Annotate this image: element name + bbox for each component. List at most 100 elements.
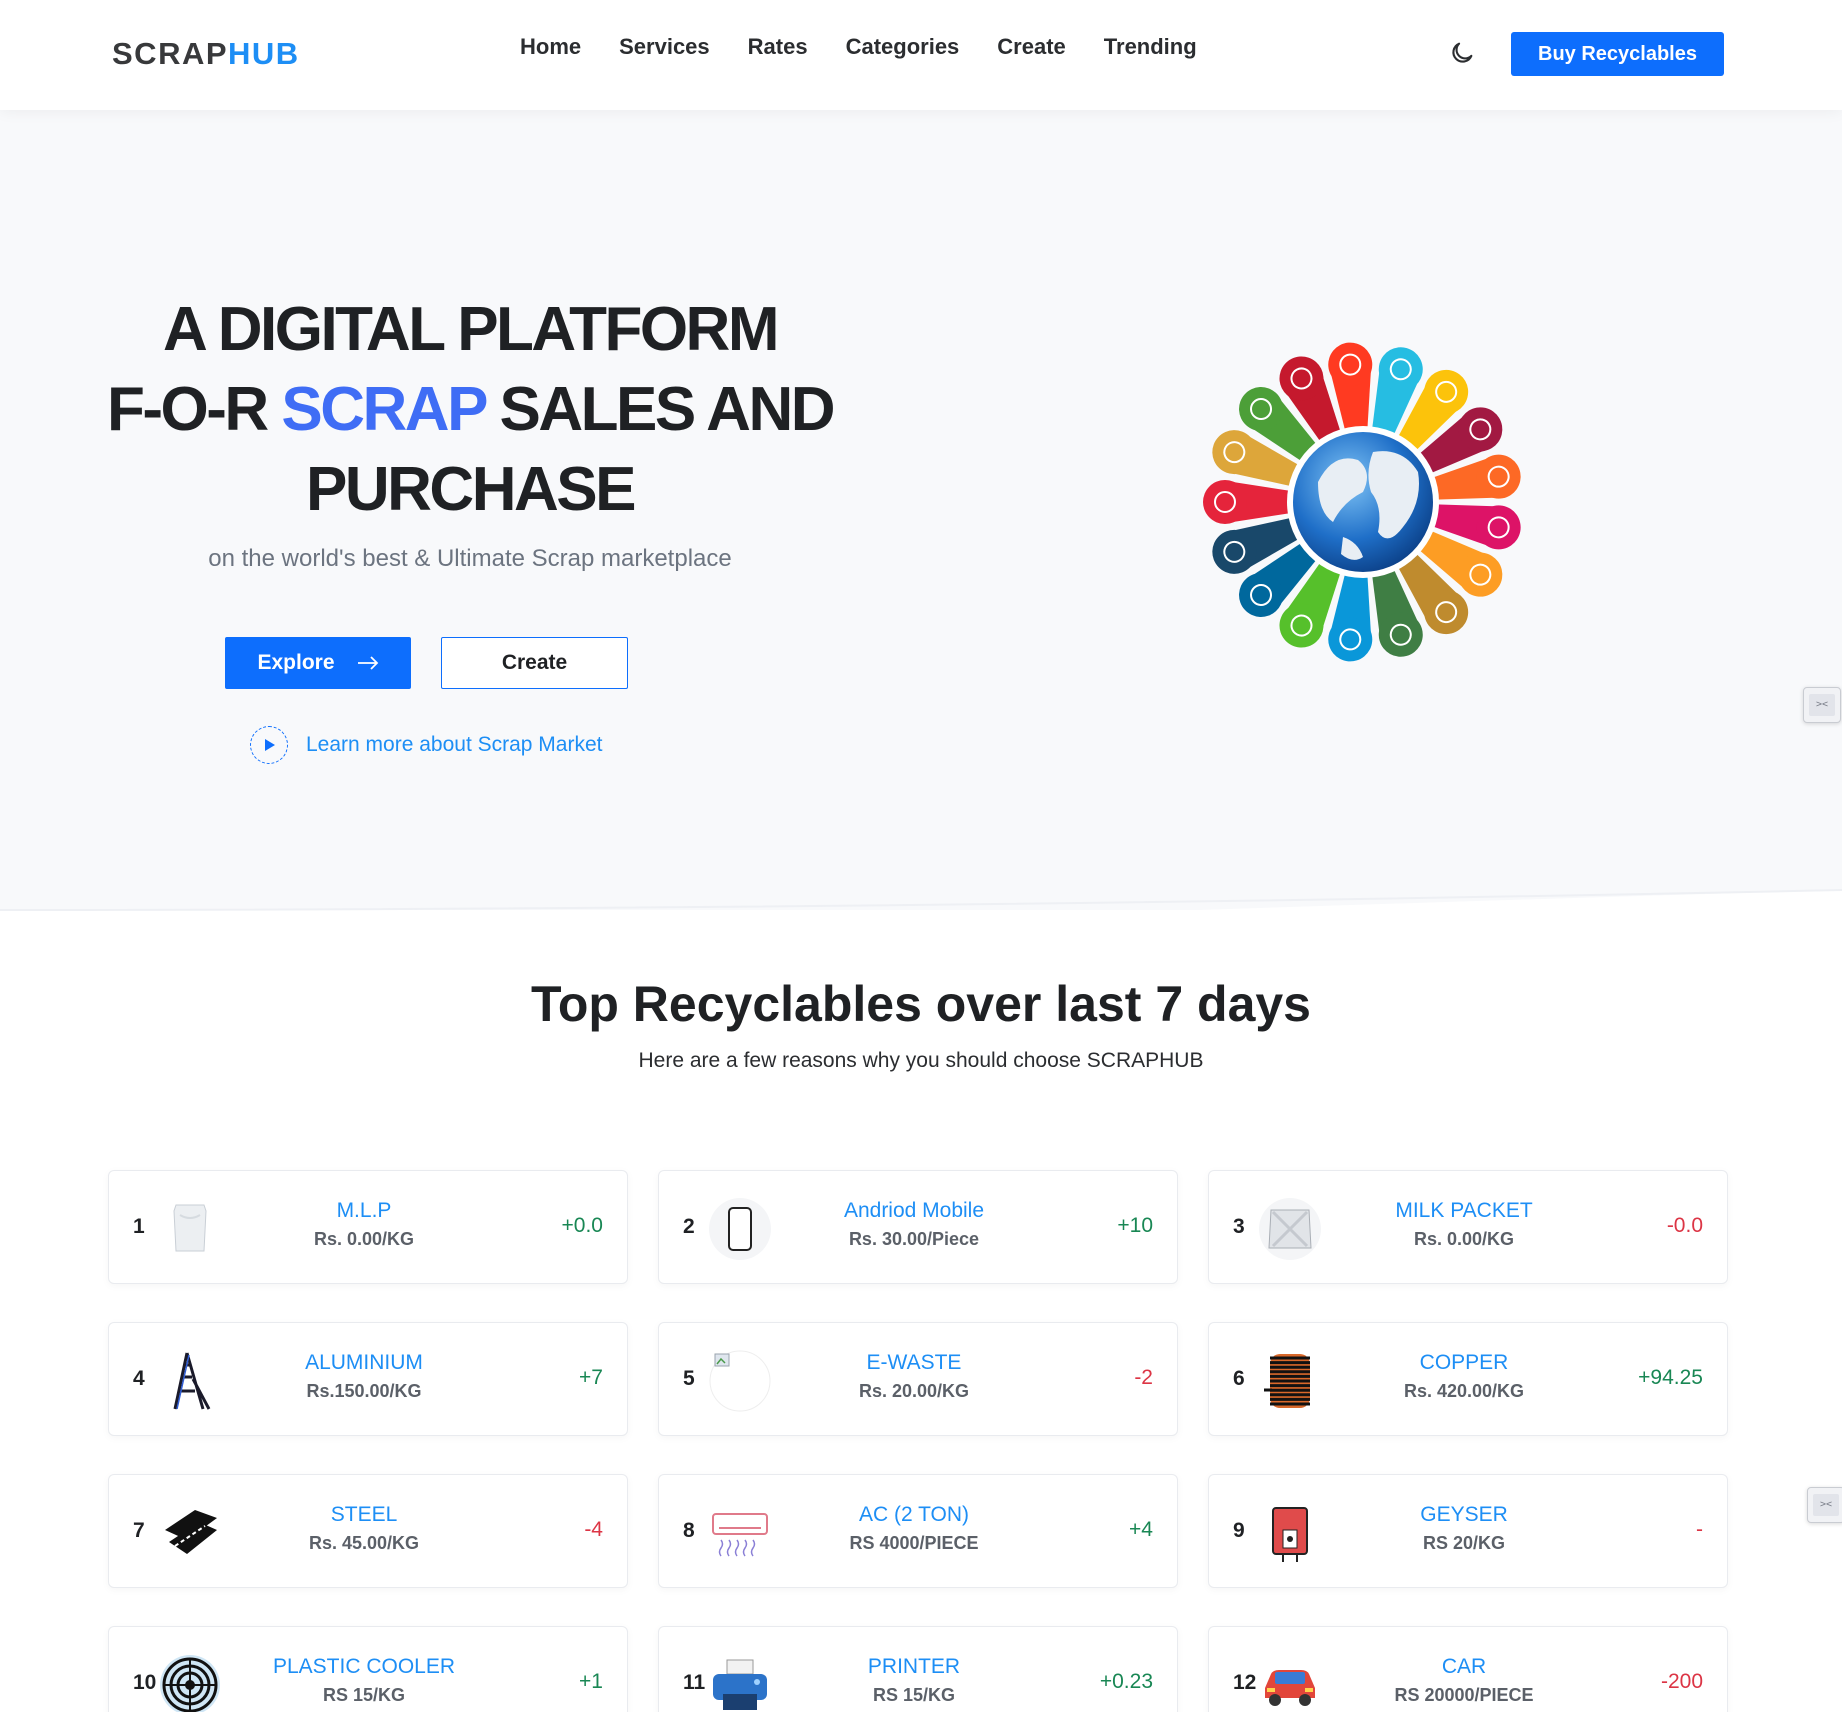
recyclable-name[interactable]: E-WASTE bbox=[789, 1351, 1039, 1375]
recyclable-name[interactable]: GEYSER bbox=[1339, 1503, 1589, 1527]
milk-packet-icon bbox=[1259, 1198, 1321, 1260]
hero-subtitle: on the world's best & Ultimate Scrap mar… bbox=[208, 545, 732, 572]
section-title: Top Recyclables over last 7 days bbox=[530, 976, 1311, 1032]
plastic-bag-icon bbox=[159, 1198, 221, 1260]
explore-button[interactable]: Explore bbox=[225, 637, 411, 689]
brand-logo-part2: HUB bbox=[228, 36, 300, 71]
recyclable-change: +4 bbox=[1129, 1518, 1153, 1541]
recyclable-change: -4 bbox=[584, 1518, 603, 1541]
brand-logo[interactable]: SCRAPHUB bbox=[112, 36, 300, 72]
recyclable-info: Andriod Mobile Rs. 30.00/Piece bbox=[789, 1199, 1039, 1250]
hero-heading-accent: SCRAP bbox=[281, 375, 487, 444]
recyclable-rank: 8 bbox=[683, 1519, 695, 1542]
recyclable-change: -0.0 bbox=[1666, 1214, 1703, 1237]
learn-more-label: Learn more about Scrap Market bbox=[306, 733, 603, 756]
recyclable-card[interactable]: 4 ALUMINIUM Rs.150.00/KG +7 bbox=[108, 1322, 628, 1436]
recyclable-info: COPPER Rs. 420.00/KG bbox=[1339, 1351, 1589, 1402]
main-nav: Home Services Rates Categories Create Tr… bbox=[520, 34, 1235, 60]
copper-coil-icon bbox=[1259, 1350, 1321, 1412]
hero-heading: A DIGITAL PLATFORM F-O-R SCRAP SALES AND… bbox=[80, 290, 860, 530]
recyclable-card[interactable]: 5 E-WASTE Rs. 20.00/KG -2 bbox=[658, 1322, 1178, 1436]
nav-rates[interactable]: Rates bbox=[748, 34, 808, 60]
recyclable-rank: 6 bbox=[1233, 1367, 1245, 1390]
recyclable-price: RS 15/KG bbox=[872, 1685, 956, 1705]
recyclable-rank: 7 bbox=[133, 1519, 145, 1542]
recyclable-rank: 10 bbox=[133, 1671, 157, 1694]
recyclable-card[interactable]: 12 CAR RS 20000/PIECE -200 bbox=[1208, 1626, 1728, 1712]
recyclable-info: STEEL Rs. 45.00/KG bbox=[239, 1503, 489, 1554]
recyclable-info: E-WASTE Rs. 20.00/KG bbox=[789, 1351, 1039, 1402]
hero-bottom-curve bbox=[0, 889, 1842, 930]
recyclable-price: Rs. 45.00/KG bbox=[308, 1533, 420, 1553]
hero-heading-line2-post: SALES AND bbox=[484, 375, 836, 444]
printer-icon bbox=[709, 1654, 771, 1712]
moon-icon[interactable] bbox=[1448, 39, 1476, 67]
recyclable-name[interactable]: Andriod Mobile bbox=[789, 1199, 1039, 1223]
code-icon-2: >< bbox=[1813, 1494, 1839, 1516]
recyclable-rank: 3 bbox=[1233, 1215, 1245, 1238]
recyclable-price: RS 20000/PIECE bbox=[1394, 1685, 1534, 1705]
recyclable-name[interactable]: STEEL bbox=[239, 1503, 489, 1527]
recyclable-rank: 1 bbox=[133, 1215, 145, 1238]
brand-logo-part1: SCRAP bbox=[112, 36, 229, 71]
recyclable-card[interactable]: 1 M.L.P Rs. 0.00/KG +0.0 bbox=[108, 1170, 628, 1284]
recyclable-info: PLASTIC COOLER RS 15/KG bbox=[239, 1655, 489, 1706]
car-icon bbox=[1259, 1654, 1321, 1712]
recyclable-card[interactable]: 2 Andriod Mobile Rs. 30.00/Piece +10 bbox=[658, 1170, 1178, 1284]
recyclable-name[interactable]: ALUMINIUM bbox=[239, 1351, 489, 1375]
recyclable-name[interactable]: M.L.P bbox=[239, 1199, 489, 1223]
recyclable-card[interactable]: 11 PRINTER RS 15/KG +0.23 bbox=[658, 1626, 1178, 1712]
recyclable-price: RS 4000/PIECE bbox=[849, 1533, 979, 1553]
recyclable-change: +0.23 bbox=[1099, 1670, 1153, 1693]
explore-button-label: Explore bbox=[257, 651, 335, 674]
nav-home[interactable]: Home bbox=[520, 34, 581, 60]
recyclable-card[interactable]: 9 GEYSER RS 20/KG - bbox=[1208, 1474, 1728, 1588]
recyclables-grid: 1 M.L.P Rs. 0.00/KG +0.0 2 Andriod Mobile Rs. … bbox=[108, 1170, 1728, 1712]
recyclable-info: GEYSER RS 20/KG bbox=[1339, 1503, 1589, 1554]
create-button[interactable]: Create bbox=[441, 637, 628, 689]
recyclable-info: M.L.P Rs. 0.00/KG bbox=[239, 1199, 489, 1250]
steel-beam-icon bbox=[159, 1502, 221, 1564]
side-widget-toggle-2[interactable]: >< bbox=[1807, 1487, 1842, 1523]
air-conditioner-icon bbox=[709, 1502, 771, 1564]
recyclable-name[interactable]: COPPER bbox=[1339, 1351, 1589, 1375]
recyclable-name[interactable]: CAR bbox=[1339, 1655, 1589, 1679]
recyclable-info: AC (2 TON) RS 4000/PIECE bbox=[789, 1503, 1039, 1554]
code-icon: >< bbox=[1809, 694, 1835, 716]
broken-image-icon bbox=[709, 1350, 771, 1412]
nav-services[interactable]: Services bbox=[619, 34, 710, 60]
recyclable-name[interactable]: PRINTER bbox=[789, 1655, 1039, 1679]
recyclable-change: -2 bbox=[1134, 1366, 1153, 1389]
nav-categories[interactable]: Categories bbox=[846, 34, 960, 60]
nav-create[interactable]: Create bbox=[997, 34, 1065, 60]
recyclable-name[interactable]: PLASTIC COOLER bbox=[239, 1655, 489, 1679]
fan-grill-icon bbox=[159, 1654, 221, 1712]
hero-heading-line2: F-O-R SCRAP SALES AND bbox=[80, 370, 860, 450]
recyclable-card[interactable]: 7 STEEL Rs. 45.00/KG -4 bbox=[108, 1474, 628, 1588]
recyclable-card[interactable]: 3 MILK PACKET Rs. 0.00/KG -0.0 bbox=[1208, 1170, 1728, 1284]
recyclable-name[interactable]: MILK PACKET bbox=[1339, 1199, 1589, 1223]
recyclable-info: CAR RS 20000/PIECE bbox=[1339, 1655, 1589, 1706]
sdg-wheel-illustration bbox=[1203, 342, 1521, 662]
learn-more-link[interactable]: Learn more about Scrap Market bbox=[250, 726, 602, 764]
recyclable-change: -200 bbox=[1660, 1670, 1703, 1693]
recyclable-info: MILK PACKET Rs. 0.00/KG bbox=[1339, 1199, 1589, 1250]
recyclable-price: Rs. 0.00/KG bbox=[313, 1229, 415, 1249]
nav-trending[interactable]: Trending bbox=[1104, 34, 1197, 60]
recyclable-change: - bbox=[1696, 1518, 1703, 1541]
buy-recyclables-button[interactable]: Buy Recyclables bbox=[1511, 32, 1724, 76]
recyclable-rank: 12 bbox=[1233, 1671, 1257, 1694]
recyclable-card[interactable]: 10 PLASTIC COOLER RS 15/KG +1 bbox=[108, 1626, 628, 1712]
recyclable-card[interactable]: 8 AC (2 TON) RS 4000/PIECE +4 bbox=[658, 1474, 1178, 1588]
recyclable-price: Rs. 0.00/KG bbox=[1413, 1229, 1515, 1249]
hero-heading-line1: A DIGITAL PLATFORM bbox=[163, 295, 779, 364]
recyclable-rank: 2 bbox=[683, 1215, 695, 1238]
recyclable-name[interactable]: AC (2 TON) bbox=[789, 1503, 1039, 1527]
recyclable-change: +0.0 bbox=[561, 1214, 603, 1237]
recyclable-card[interactable]: 6 COPPER Rs. 420.00/KG +94.25 bbox=[1208, 1322, 1728, 1436]
ladder-icon bbox=[159, 1350, 221, 1412]
side-widget-toggle[interactable]: >< bbox=[1803, 687, 1841, 723]
recyclable-price: RS 20/KG bbox=[1422, 1533, 1506, 1553]
hero-heading-line2-pre: F-O-R bbox=[107, 375, 282, 444]
recyclable-rank: 9 bbox=[1233, 1519, 1245, 1542]
